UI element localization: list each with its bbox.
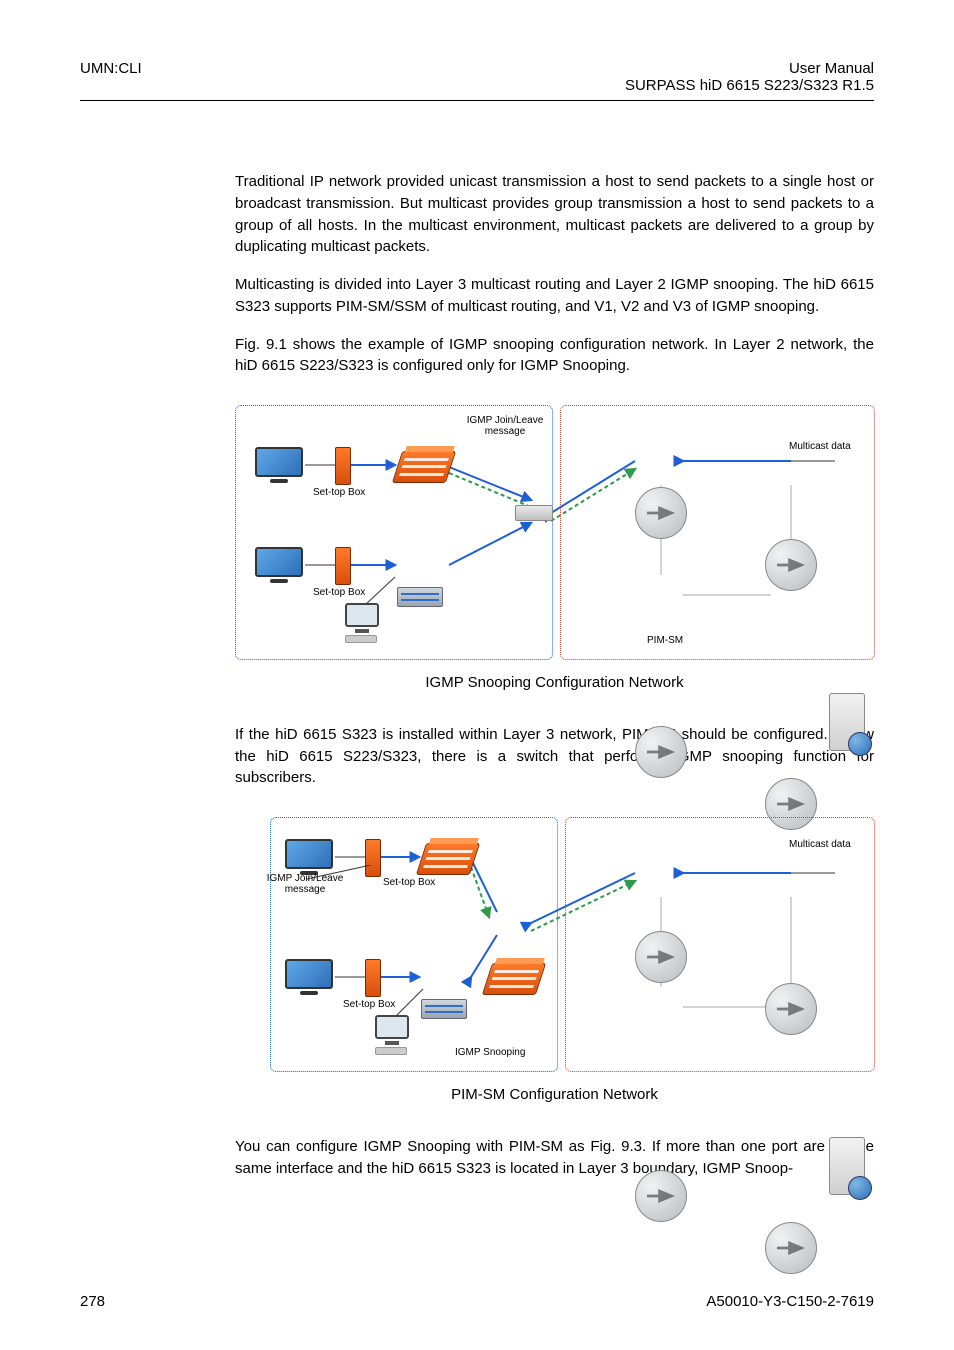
tv-icon [255, 547, 303, 581]
pimsm-label: PIM-SM [647, 635, 683, 646]
router-icon [635, 487, 687, 539]
header-right: User Manual SURPASS hiD 6615 S223/S323 R… [625, 60, 874, 94]
figure-2-caption: PIM-SM Configuration Network [235, 1084, 874, 1106]
server-icon [829, 693, 865, 751]
router-icon [765, 983, 817, 1035]
router-icon [635, 931, 687, 983]
figure-2-diagram: Set-top Box Set-top Box IGMP Join/Leavem… [235, 817, 875, 1072]
figure-2: Set-top Box Set-top Box IGMP Join/Leavem… [235, 817, 874, 1106]
tv-icon [255, 447, 303, 481]
settopbox-icon [365, 959, 381, 997]
header-right-line2: SURPASS hiD 6615 S223/S323 R1.5 [625, 77, 874, 94]
paragraph-1: Traditional IP network provided unicast … [235, 171, 874, 258]
stb-label-2: Set-top Box [313, 587, 365, 598]
stb-label-1: Set-top Box [313, 487, 365, 498]
igmp-snooping-label: IGMP Snooping [455, 1047, 525, 1058]
figure-1-caption: IGMP Snooping Configuration Network [235, 672, 874, 694]
layer3-box [565, 817, 875, 1072]
switch-icon [392, 451, 456, 483]
paragraph-3: Fig. 9.1 shows the example of IGMP snoop… [235, 334, 874, 378]
multicast-data-label: Multicast data [789, 441, 851, 452]
page-number: 278 [80, 1293, 105, 1310]
paragraph-5: You can configure IGMP Snooping with PIM… [235, 1136, 874, 1180]
header-left: UMN:CLI [80, 60, 142, 94]
igmp-msg-label: IGMP Join/Leavemessage [460, 415, 550, 437]
settopbox-icon [335, 447, 351, 485]
switch-center-icon [482, 963, 546, 995]
paragraph-2: Multicasting is divided into Layer 3 mul… [235, 274, 874, 318]
greyswitch-icon [515, 505, 553, 521]
layer2-box [235, 405, 553, 660]
router-icon [765, 539, 817, 591]
router-icon [635, 1170, 687, 1222]
pc-icon [345, 603, 379, 637]
figure-1-diagram: Set-top Box Set-top Box IGMP Join/Leavem… [235, 405, 875, 660]
paragraph-4: If the hiD 6615 S323 is installed within… [235, 724, 874, 789]
callout-line-icon [297, 865, 373, 885]
page-header: UMN:CLI User Manual SURPASS hiD 6615 S22… [80, 60, 874, 101]
doc-id: A50010-Y3-C150-2-7619 [706, 1293, 874, 1310]
router-icon [765, 1222, 817, 1274]
stb-label-1: Set-top Box [383, 877, 435, 888]
header-right-line1: User Manual [625, 60, 874, 77]
pc-icon [375, 1015, 409, 1049]
settopbox-icon [335, 547, 351, 585]
l2switch-icon [397, 587, 443, 607]
page-footer: 278 A50010-Y3-C150-2-7619 [80, 1293, 874, 1310]
page: UMN:CLI User Manual SURPASS hiD 6615 S22… [0, 0, 954, 1350]
stb-label-2: Set-top Box [343, 999, 395, 1010]
router-icon [635, 726, 687, 778]
content-body: Traditional IP network provided unicast … [235, 171, 874, 1179]
switch-icon [416, 843, 480, 875]
l2switch-icon [421, 999, 467, 1019]
tv-icon [285, 959, 333, 993]
server-icon [829, 1137, 865, 1195]
figure-1: Set-top Box Set-top Box IGMP Join/Leavem… [235, 405, 874, 694]
multicast-data-label: Multicast data [789, 839, 851, 850]
